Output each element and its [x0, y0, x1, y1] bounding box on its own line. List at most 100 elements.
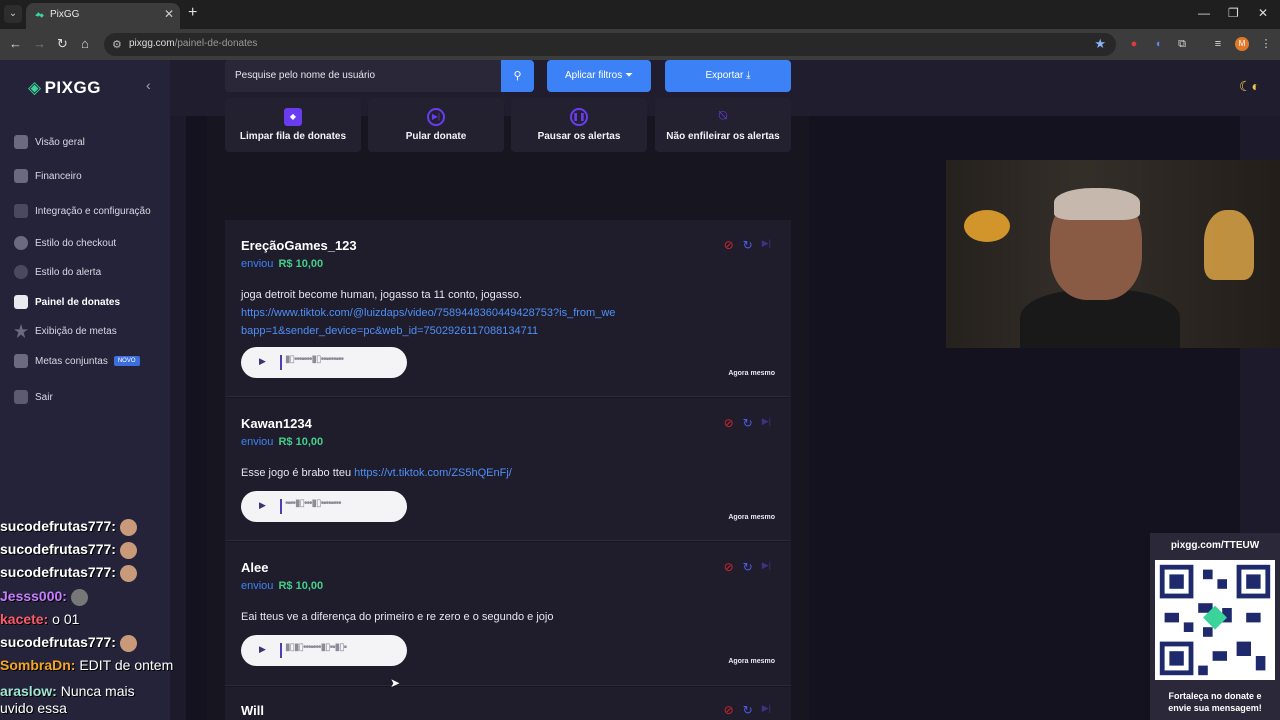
logo-mark-icon: ◈	[28, 78, 42, 97]
skip-icon[interactable]: ▶|	[762, 238, 771, 252]
qr-code[interactable]	[1155, 560, 1275, 680]
lamp-light	[1204, 210, 1254, 280]
close-tab-icon[interactable]: ✕	[164, 7, 174, 21]
webcam-overlay	[946, 160, 1280, 348]
restore-icon[interactable]: ❐	[1228, 6, 1239, 20]
donor-name: EreçãoGames_123	[241, 238, 357, 253]
mouse-pointer-icon: ➤	[390, 676, 401, 690]
sidebar-item-integracao[interactable]: Integração e configuração	[14, 201, 151, 221]
url-path: /painel-de-donates	[174, 38, 258, 49]
qr-donate-widget: pixgg.com/TTEUW Fortaleça no donate e env…	[1150, 533, 1280, 720]
donor-name: Will	[241, 703, 264, 718]
sidebar-item-sair[interactable]: Sair	[14, 387, 53, 407]
sidebar-item-financeiro[interactable]: Financeiro	[14, 166, 82, 186]
search-button[interactable]: ⚲	[501, 60, 534, 92]
skip-icon: ▶|	[427, 108, 445, 126]
replay-icon[interactable]: ↻	[743, 560, 753, 574]
block-icon[interactable]: ⊘	[724, 238, 734, 252]
block-icon[interactable]: ⊘	[724, 416, 734, 430]
browser-tab[interactable]: PixGG ✕	[26, 3, 180, 29]
play-icon[interactable]: ▶	[259, 500, 266, 511]
extension-shield-icon[interactable]: ●	[1127, 37, 1141, 51]
sidebar-item-estilo-alerta[interactable]: Estilo do alerta	[14, 262, 101, 282]
donation-time: Agora mesmo	[728, 370, 775, 377]
sidebar-item-visao-geral[interactable]: Visão geral	[14, 132, 85, 152]
theme-toggle-icon[interactable]: ☾◐	[1239, 78, 1260, 95]
media-control-icon[interactable]: ≡	[1211, 37, 1225, 51]
donation-card: Kawan1234 enviou R$ 10,00 ⊘ ↻ ▶| Esse jo…	[225, 398, 791, 541]
window-close-icon[interactable]: ✕	[1258, 6, 1268, 20]
search-icon: ⚲	[513, 70, 522, 82]
forward-icon[interactable]: →	[33, 36, 46, 51]
new-tab-icon[interactable]: +	[188, 4, 197, 22]
search-input[interactable]: Pesquise pelo nome de usuário	[225, 60, 501, 92]
audio-player[interactable]: ▶ ▮▯▮▯•••▪•••▮▯•▪▮▯▪	[241, 635, 407, 666]
donation-message: Esse jogo é brabo tteu https://vt.tiktok…	[241, 467, 512, 479]
block-icon[interactable]: ⊘	[724, 703, 734, 717]
skip-icon[interactable]: ▶|	[762, 560, 771, 574]
bookmark-star-icon[interactable]: ★	[1094, 36, 1106, 52]
chat-message: uvido essa	[0, 700, 67, 716]
pixgg-logo[interactable]: ◈ PIXGG	[28, 78, 101, 98]
play-icon[interactable]: ▶	[259, 644, 266, 655]
sidebar-item-metas-conjuntas[interactable]: Metas conjuntas NOVO	[14, 351, 140, 371]
emote-icon	[119, 541, 137, 559]
export-button[interactable]: Exportar ⤓	[665, 60, 791, 92]
address-bar: ← → ↻ ⌂ ⚙ pixgg.com/painel-de-donates ★ …	[0, 29, 1280, 60]
donation-amount: R$ 10,00	[278, 436, 324, 448]
donation-actions: ⊘ ↻ ▶|	[724, 560, 771, 574]
filter-icon: ⏷	[625, 70, 634, 81]
extensions-puzzle-icon[interactable]: ⧉	[1175, 37, 1189, 51]
block-icon[interactable]: ⊘	[724, 560, 734, 574]
bell-off-icon: ⍉	[718, 107, 728, 123]
star-icon	[14, 324, 28, 338]
qr-title: pixgg.com/TTEUW	[1170, 540, 1260, 551]
donate-hand-icon	[14, 295, 28, 309]
audio-playhead	[280, 355, 282, 370]
play-icon[interactable]: ▶	[259, 356, 266, 367]
chat-message: sucodefrutas777:	[0, 541, 137, 559]
chat-message: Jesss000:	[0, 588, 88, 606]
donation-link[interactable]: https://www.tiktok.com/@luizdaps/video/7…	[241, 307, 615, 337]
pause-alerts-button[interactable]: ❚❚ Pausar os alertas	[511, 98, 647, 152]
apply-filters-button[interactable]: Aplicar filtros ⏷	[547, 60, 651, 92]
home-icon	[14, 135, 28, 149]
chat-message: kacete: o 01	[0, 611, 80, 627]
url-input[interactable]: ⚙ pixgg.com/painel-de-donates ★	[104, 33, 1116, 56]
collapse-sidebar-icon[interactable]: ‹	[146, 77, 151, 93]
chat-message: sucodefrutas777:	[0, 634, 137, 652]
reload-icon[interactable]: ↻	[57, 36, 68, 52]
emote-icon	[119, 634, 137, 652]
donation-amount-line: enviou R$ 10,00	[241, 436, 324, 448]
sidebar-item-exibicao-metas[interactable]: Exibição de metas	[14, 321, 117, 341]
pause-icon: ❚❚	[570, 108, 588, 126]
skip-icon[interactable]: ▶|	[762, 703, 771, 717]
sidebar-item-estilo-checkout[interactable]: Estilo do checkout	[14, 233, 116, 253]
browser-tabbar: ⌄ PixGG ✕ + — ❐ ✕	[0, 0, 1280, 29]
donation-message: joga detroit become human, jogasso ta 11…	[241, 289, 616, 337]
audio-player[interactable]: ▶ ▮▯•••▪•••▮▯••▪•••▪••	[241, 347, 407, 378]
lamp-light	[964, 210, 1010, 242]
donation-link[interactable]: https://vt.tiktok.com/ZS5hQEnFj/	[354, 467, 512, 479]
browser-menu-icon[interactable]: ⋮	[1259, 37, 1273, 51]
sidebar-item-painel-donates[interactable]: Painel de donates	[14, 292, 120, 312]
minimize-icon[interactable]: —	[1198, 6, 1210, 20]
donation-card: EreçãoGames_123 enviou R$ 10,00 ⊘ ↻ ▶| j…	[225, 220, 791, 397]
skip-icon[interactable]: ▶|	[762, 416, 771, 430]
audio-waveform: ▮▯•••▪•••▮▯••▪•••▪••	[285, 354, 344, 365]
audio-waveform: ▮▯▮▯•••▪•••▮▯•▪▮▯▪	[285, 642, 347, 653]
extension-audio-icon[interactable]: ◖	[1151, 37, 1165, 51]
site-info-icon[interactable]: ⚙	[112, 38, 122, 51]
skip-donate-button[interactable]: ▶| Pular donate	[368, 98, 504, 152]
audio-player[interactable]: ▶ •▪••▮▯•••▮▯•▪••▪•••	[241, 491, 407, 522]
url-domain: pixgg.com	[129, 38, 175, 49]
replay-icon[interactable]: ↻	[743, 238, 753, 252]
back-icon[interactable]: ←	[9, 36, 22, 51]
tab-search-icon[interactable]: ⌄	[4, 5, 22, 23]
no-queue-alerts-button[interactable]: ⍉ Não enfileirar os alertas	[655, 98, 791, 152]
home-icon[interactable]: ⌂	[81, 36, 89, 51]
replay-icon[interactable]: ↻	[743, 703, 753, 717]
replay-icon[interactable]: ↻	[743, 416, 753, 430]
profile-avatar[interactable]: M	[1235, 37, 1249, 51]
clear-queue-button[interactable]: ◆ Limpar fila de donates	[225, 98, 361, 152]
